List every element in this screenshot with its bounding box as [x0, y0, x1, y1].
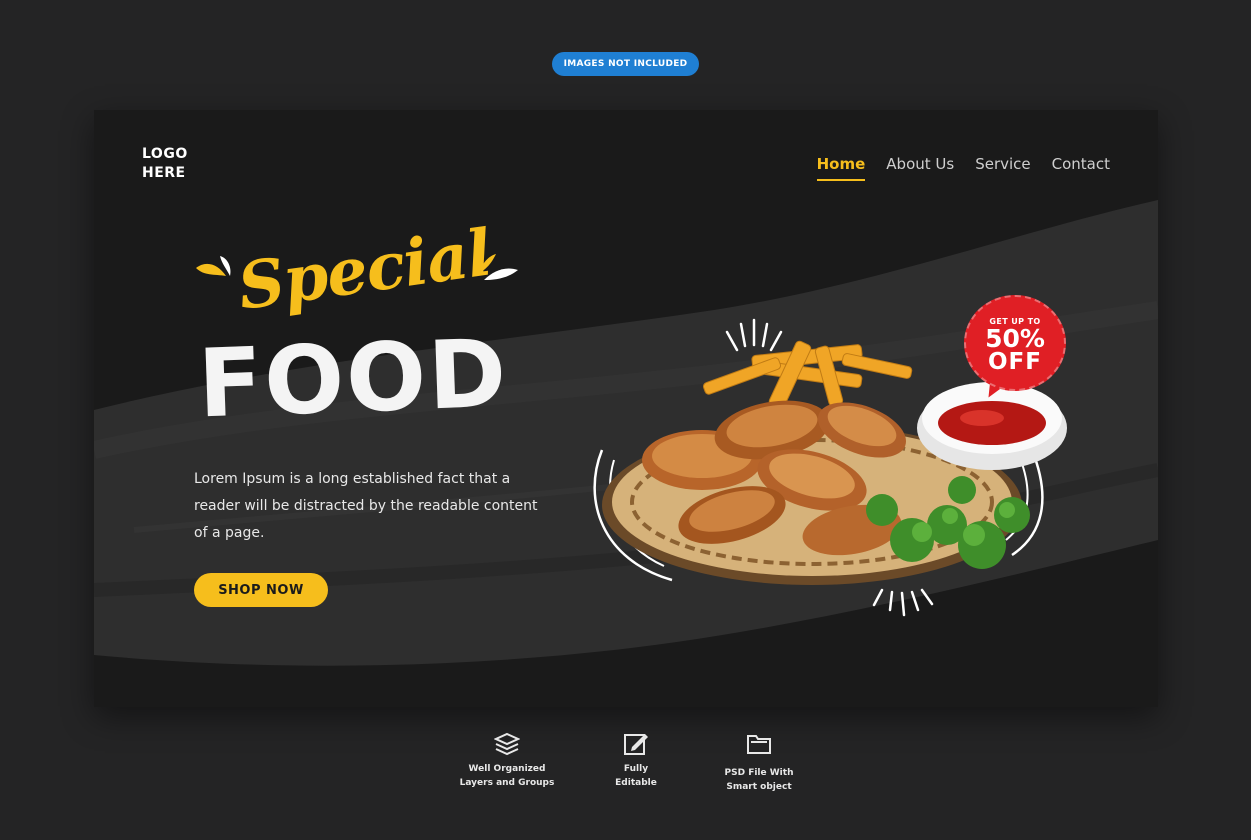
logo-line-2: HERE [142, 165, 186, 181]
feature-editable-line-1: Fully [623, 764, 649, 774]
feature-editable: Fully Editable [598, 732, 674, 790]
main-nav: Home About Us Service Contact [816, 155, 1110, 181]
layers-icon [494, 732, 520, 756]
feature-psd: PSD File With Smart object [714, 732, 804, 794]
landing-page-card: LOGO HERE Home About Us Service Contact … [94, 110, 1158, 707]
feature-psd-line-1: PSD File With [724, 768, 794, 778]
feature-layers-line-2: Layers and Groups [459, 778, 555, 788]
nav-service[interactable]: Service [975, 155, 1030, 179]
features-list: Well Organized Layers and Groups Fully E… [0, 732, 1251, 812]
shop-now-button[interactable]: SHOP NOW [194, 573, 328, 607]
feature-editable-line-2: Editable [615, 778, 657, 788]
logo-line-1: LOGO [142, 146, 188, 162]
feature-layers: Well Organized Layers and Groups [452, 732, 562, 790]
nav-contact[interactable]: Contact [1052, 155, 1110, 179]
nav-home[interactable]: Home [816, 155, 865, 181]
feature-psd-line-2: Smart object [726, 782, 792, 792]
hero-description: Lorem Ipsum is a long established fact t… [194, 471, 538, 541]
discount-percent: 50% [985, 324, 1045, 353]
discount-badge: GET UP TO 50% OFF [964, 295, 1066, 391]
feature-layers-line-1: Well Organized [468, 764, 546, 774]
images-not-included-badge: IMAGES NOT INCLUDED [552, 52, 699, 76]
nav-about-us[interactable]: About Us [886, 155, 954, 179]
logo[interactable]: LOGO HERE [142, 145, 188, 183]
discount-off: OFF [988, 349, 1042, 375]
edit-icon [624, 734, 648, 755]
hero-title-main: FOOD [196, 319, 510, 440]
folder-icon [747, 735, 771, 754]
